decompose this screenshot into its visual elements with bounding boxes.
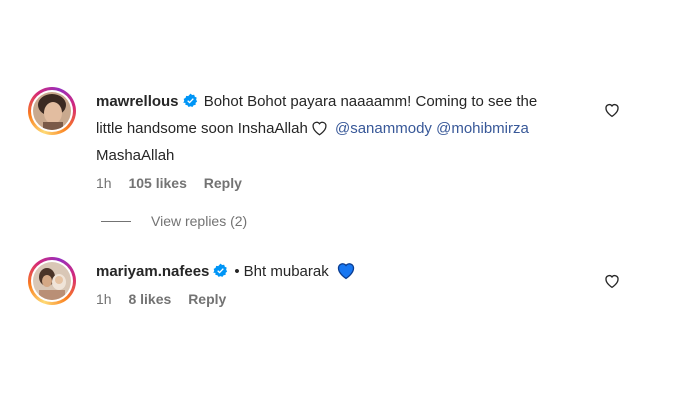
reply-button[interactable]: Reply: [204, 175, 242, 191]
comment-body: mariyam.nafees • Bht mubarak 1h 8 likes Re…: [96, 258, 566, 308]
mention-link[interactable]: @mohibmirza: [436, 120, 529, 137]
heart-outline-icon[interactable]: [604, 273, 620, 289]
comment-meta: 1h 8 likes Reply: [96, 290, 566, 308]
reply-button[interactable]: Reply: [188, 291, 226, 307]
avatar: [33, 262, 71, 300]
heart-outline-icon[interactable]: [604, 102, 620, 118]
comment-text: MashaAllah: [96, 147, 175, 164]
username[interactable]: mariyam.nafees: [96, 263, 209, 280]
comment-meta: 1h 105 likes Reply: [96, 174, 566, 192]
timestamp[interactable]: 1h: [96, 175, 112, 191]
separator-bullet: •: [234, 263, 240, 280]
likes-count[interactable]: 8 likes: [128, 291, 171, 307]
comment-text: Bht mubarak: [243, 263, 329, 280]
mention-link[interactable]: @sanammody: [335, 120, 432, 137]
likes-count[interactable]: 105 likes: [128, 175, 186, 191]
avatar: [33, 92, 71, 130]
verified-badge-icon: [213, 263, 228, 277]
blue-heart-emoji-icon: [337, 263, 355, 280]
username[interactable]: mawrellous: [96, 93, 179, 110]
view-replies-button[interactable]: View replies (2): [101, 213, 247, 229]
timestamp[interactable]: 1h: [96, 291, 112, 307]
avatar-story-ring[interactable]: [28, 87, 76, 135]
comment-body: mawrellous Bohot Bohot payara naaaamm! C…: [96, 88, 566, 192]
avatar-story-ring[interactable]: [28, 257, 76, 305]
view-replies-label: View replies (2): [151, 213, 248, 229]
divider-line: [101, 220, 131, 222]
verified-badge-icon: [182, 93, 197, 107]
heart-outline-icon: [312, 121, 327, 136]
